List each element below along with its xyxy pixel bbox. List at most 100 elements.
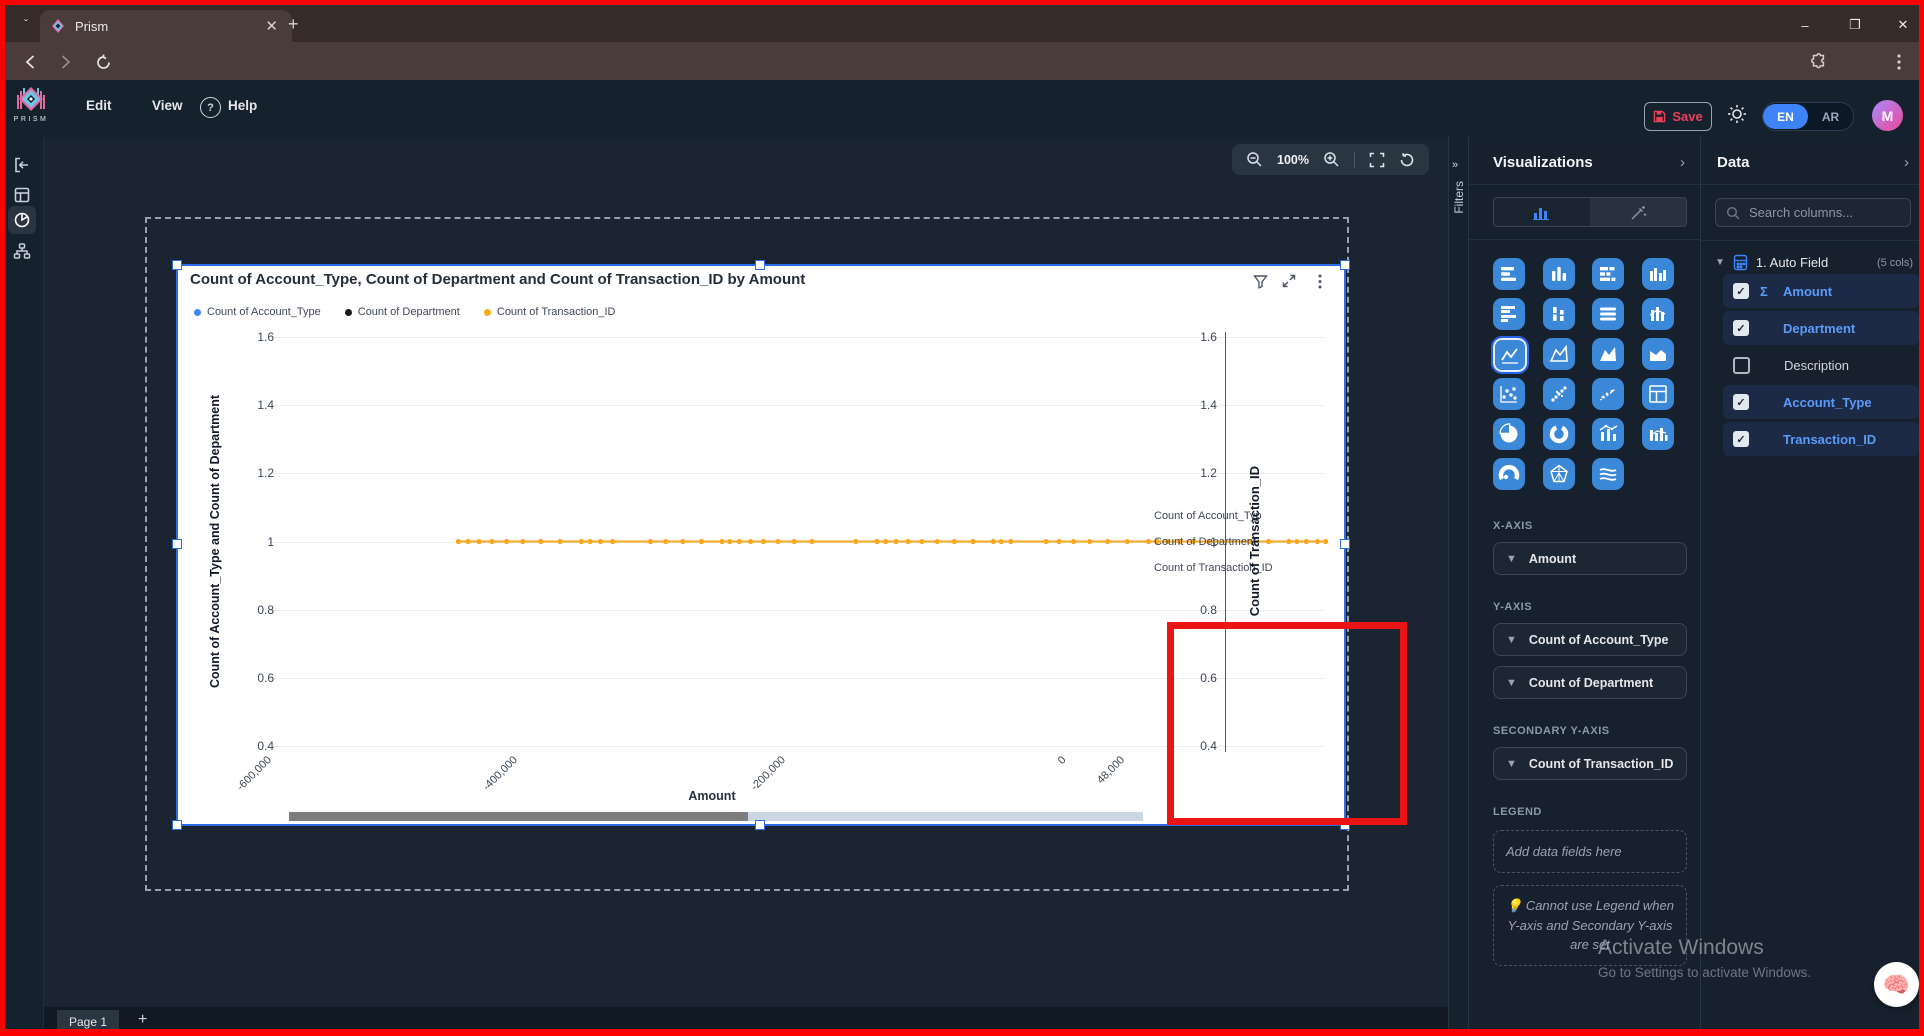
chevron-down-icon[interactable]: ▼ — [1506, 634, 1517, 646]
resize-handle[interactable] — [755, 260, 765, 270]
chevron-down-icon[interactable]: ▼ — [1506, 758, 1517, 770]
viz-type-bar-horizontal-grouped-icon[interactable] — [1493, 298, 1525, 330]
viz-type-donut-icon[interactable] — [1543, 418, 1575, 450]
resize-handle[interactable] — [755, 820, 765, 830]
window-minimize-button[interactable]: – — [1790, 12, 1820, 38]
viz-type-bar-vertical-stacked-icon[interactable] — [1543, 298, 1575, 330]
filters-collapse-icon[interactable]: » — [1452, 159, 1458, 171]
chevron-down-icon[interactable]: ▼ — [1715, 257, 1725, 268]
checkbox-unchecked[interactable] — [1733, 357, 1750, 374]
lang-en-option[interactable]: EN — [1763, 104, 1808, 129]
tab-search-chevron-icon[interactable]: ˇ — [14, 12, 38, 36]
viz-type-bar-horizontal-full-icon[interactable] — [1592, 298, 1624, 330]
resize-handle[interactable] — [1340, 539, 1350, 549]
menu-help[interactable]: Help — [228, 98, 257, 113]
viz-type-scatter-icon[interactable] — [1493, 378, 1525, 410]
axis-field-count-of-department[interactable]: ▼ Count of Department — [1493, 666, 1687, 699]
help-icon[interactable]: ? — [200, 97, 221, 118]
legend-item[interactable]: Count of Transaction_ID — [484, 306, 616, 318]
search-columns-input[interactable]: Search columns... — [1715, 198, 1911, 227]
data-field-account_type[interactable]: ✓Account_Type — [1723, 385, 1919, 419]
browser-menu-icon[interactable] — [1886, 49, 1912, 75]
viz-type-bar-vertical-grouped-icon[interactable] — [1642, 258, 1674, 290]
save-button[interactable]: Save — [1644, 102, 1712, 131]
lang-ar-option[interactable]: AR — [1808, 110, 1853, 124]
viz-type-scatter-diagonal-icon[interactable] — [1543, 378, 1575, 410]
data-field-amount[interactable]: ✓ΣAmount — [1723, 274, 1919, 308]
chart-expand-icon[interactable] — [1282, 274, 1296, 288]
chevron-down-icon[interactable]: ▼ — [1506, 677, 1517, 689]
collapse-chevron-icon[interactable]: › — [1680, 154, 1685, 171]
tab-smart-suggestions[interactable] — [1590, 198, 1686, 226]
theme-brightness-icon[interactable] — [1727, 104, 1747, 124]
viz-type-stream-icon[interactable] — [1592, 458, 1624, 490]
menu-view[interactable]: View — [152, 98, 183, 113]
back-icon[interactable] — [18, 49, 44, 75]
browser-tab[interactable]: Prism ✕ — [40, 10, 292, 42]
language-toggle[interactable]: EN AR — [1762, 102, 1854, 131]
viz-type-gauge-icon[interactable] — [1493, 458, 1525, 490]
dataset-group-row[interactable]: ▼ 1. Auto Field (5 cols) — [1715, 254, 1913, 271]
chevron-down-icon[interactable]: ▼ — [1506, 553, 1517, 565]
axis-field-amount[interactable]: ▼ Amount — [1493, 542, 1687, 575]
reset-view-icon[interactable] — [1399, 152, 1415, 168]
checkbox-checked[interactable]: ✓ — [1733, 394, 1749, 410]
data-field-transaction_id[interactable]: ✓Transaction_ID — [1723, 422, 1919, 456]
zoom-in-icon[interactable] — [1323, 151, 1340, 168]
visualization-pie-icon[interactable] — [8, 206, 36, 234]
dashboard-layout-icon[interactable] — [8, 181, 36, 209]
viz-type-line-icon[interactable] — [1493, 338, 1527, 372]
filters-strip[interactable]: » Filters — [1448, 137, 1469, 1036]
zoom-out-icon[interactable] — [1246, 151, 1263, 168]
checkbox-checked[interactable]: ✓ — [1733, 320, 1749, 336]
viz-type-bar-horizontal-stacked-icon[interactable] — [1592, 258, 1624, 290]
legend-dropzone[interactable]: Add data fields here — [1493, 830, 1687, 873]
checkbox-checked[interactable]: ✓ — [1733, 283, 1749, 299]
scrollbar-thumb[interactable] — [289, 812, 748, 821]
viz-type-table-icon[interactable] — [1642, 378, 1674, 410]
fullscreen-icon[interactable] — [1369, 152, 1385, 168]
page-tab-1[interactable]: Page 1 — [57, 1010, 119, 1036]
menu-edit[interactable]: Edit — [86, 98, 112, 113]
tab-chart-types[interactable] — [1494, 198, 1590, 226]
resize-handle[interactable] — [172, 539, 182, 549]
axis-field-count-of-account-type[interactable]: ▼ Count of Account_Type — [1493, 623, 1687, 656]
report-canvas[interactable]: Count of Account_Type, Count of Departme… — [44, 176, 1448, 1003]
data-field-department[interactable]: ✓Department — [1723, 311, 1919, 345]
user-avatar[interactable]: M — [1872, 100, 1903, 131]
tab-close-icon[interactable]: ✕ — [261, 17, 282, 36]
data-model-icon[interactable] — [8, 237, 36, 265]
add-page-button[interactable]: + — [138, 1011, 147, 1029]
window-close-button[interactable]: ✕ — [1888, 12, 1918, 38]
viz-type-column-line-grouped-icon[interactable] — [1642, 418, 1674, 450]
legend-item[interactable]: Count of Department — [345, 306, 460, 318]
viz-type-bar-horizontal-icon[interactable] — [1493, 258, 1525, 290]
reload-icon[interactable] — [90, 49, 116, 75]
viz-type-area-filled-icon[interactable] — [1592, 338, 1624, 370]
viz-type-pie-icon[interactable] — [1493, 418, 1525, 450]
checkbox-checked[interactable]: ✓ — [1733, 431, 1749, 447]
axis-field-count-of-transaction-id[interactable]: ▼ Count of Transaction_ID — [1493, 747, 1687, 780]
viz-type-radar-icon[interactable] — [1543, 458, 1575, 490]
window-restore-button[interactable]: ❐ — [1840, 12, 1870, 38]
viz-type-scatter-trend-icon[interactable] — [1592, 378, 1624, 410]
legend-item[interactable]: Count of Account_Type — [194, 306, 321, 318]
viz-type-area-outline-icon[interactable] — [1543, 338, 1575, 370]
viz-type-bar-vertical-line-icon[interactable] — [1642, 298, 1674, 330]
data-field-description[interactable]: Description — [1723, 348, 1919, 382]
chart-menu-icon[interactable] — [1318, 274, 1322, 289]
chart-horizontal-scrollbar[interactable] — [289, 812, 1143, 821]
collapse-panel-icon[interactable] — [8, 151, 36, 179]
viz-type-bar-vertical-icon[interactable] — [1543, 258, 1575, 290]
extensions-icon[interactable] — [1806, 49, 1832, 75]
viz-type-column-line-combo-icon[interactable] — [1592, 418, 1624, 450]
forward-icon[interactable] — [52, 49, 78, 75]
viz-type-area-banded-icon[interactable] — [1642, 338, 1674, 370]
assistant-brain-button[interactable]: 🧠 — [1874, 962, 1919, 1007]
resize-handle[interactable] — [172, 820, 182, 830]
resize-handle[interactable] — [1340, 260, 1350, 270]
chart-filter-icon[interactable] — [1253, 274, 1268, 289]
collapse-chevron-icon[interactable]: › — [1904, 154, 1909, 171]
new-tab-button[interactable]: + — [288, 14, 299, 35]
resize-handle[interactable] — [172, 260, 182, 270]
